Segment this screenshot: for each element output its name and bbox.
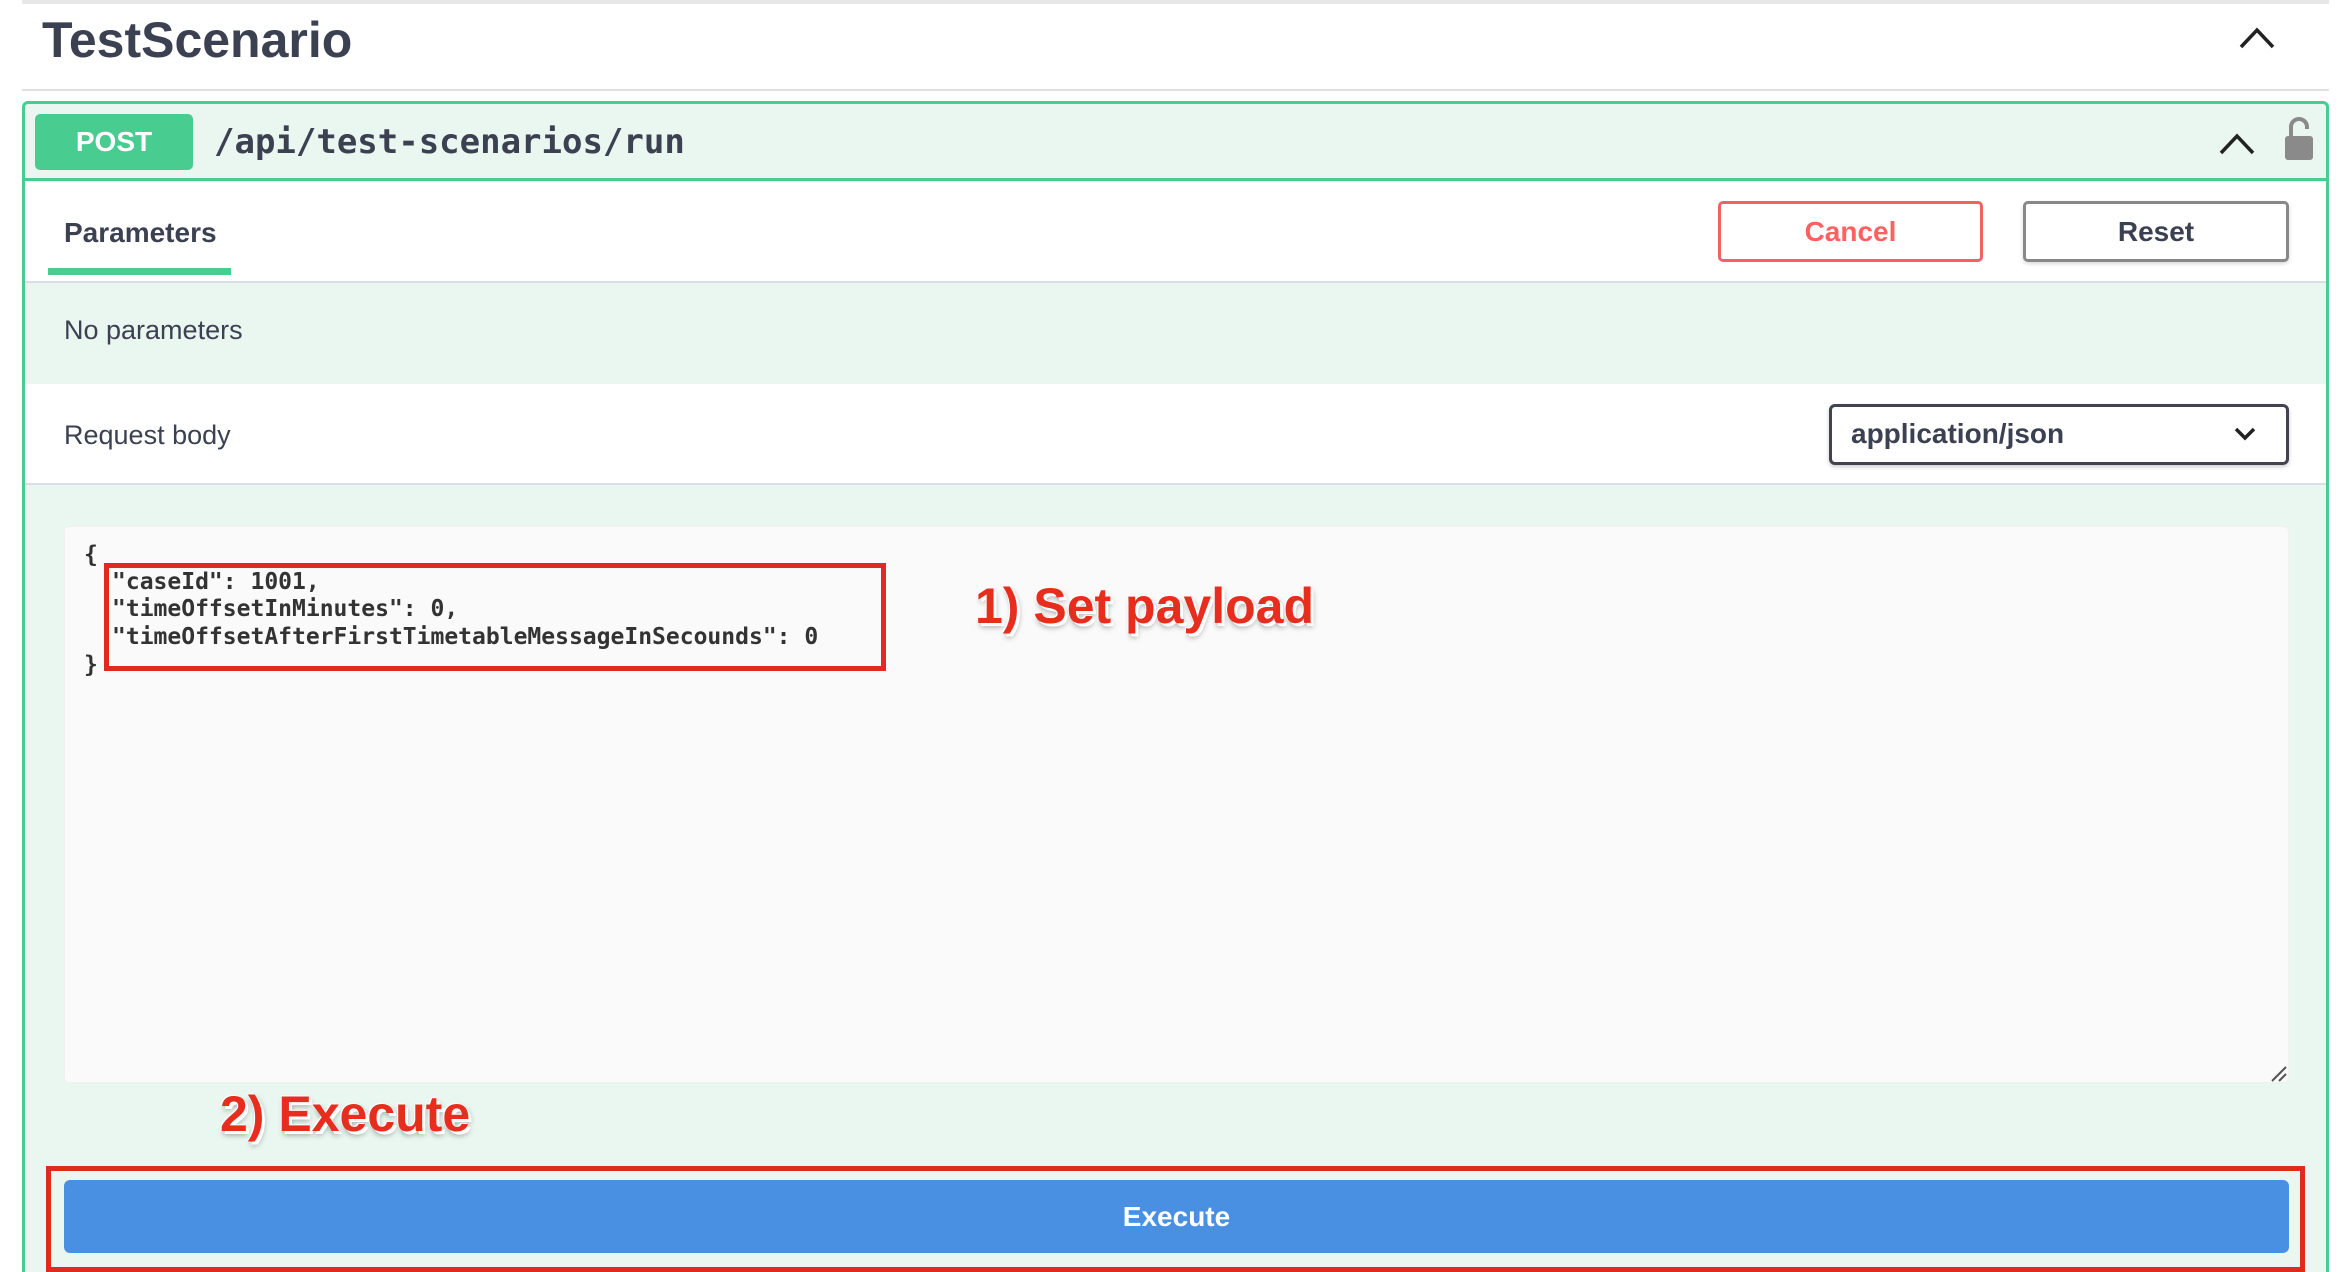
execute-button[interactable]: Execute	[64, 1180, 2289, 1253]
annotation-set-payload: 1) Set payload	[975, 578, 1314, 634]
reset-button[interactable]: Reset	[2023, 201, 2289, 262]
code-line: }	[84, 652, 98, 678]
no-parameters-text: No parameters	[64, 315, 243, 345]
unlocked-padlock-icon[interactable]	[2283, 116, 2315, 162]
operation-path[interactable]: /api/test-scenarios/run	[214, 116, 685, 168]
annotation-execute: 2) Execute	[220, 1086, 471, 1142]
request-body-label: Request body	[64, 420, 231, 450]
tab-parameters[interactable]: Parameters	[48, 205, 233, 261]
chevron-up-icon[interactable]	[2218, 128, 2256, 158]
payload-highlight-box	[104, 563, 886, 671]
code-line: {	[84, 542, 98, 568]
chevron-down-icon	[2234, 427, 2256, 441]
section-header[interactable]	[22, 4, 2329, 91]
resize-handle-icon[interactable]	[2269, 1064, 2287, 1082]
chevron-up-icon[interactable]	[2238, 22, 2276, 52]
section-title: TestScenario	[42, 12, 353, 68]
tab-active-indicator	[48, 268, 231, 275]
method-badge: POST	[35, 114, 193, 170]
cancel-button[interactable]: Cancel	[1718, 201, 1983, 262]
content-type-value: application/json	[1851, 418, 2065, 449]
